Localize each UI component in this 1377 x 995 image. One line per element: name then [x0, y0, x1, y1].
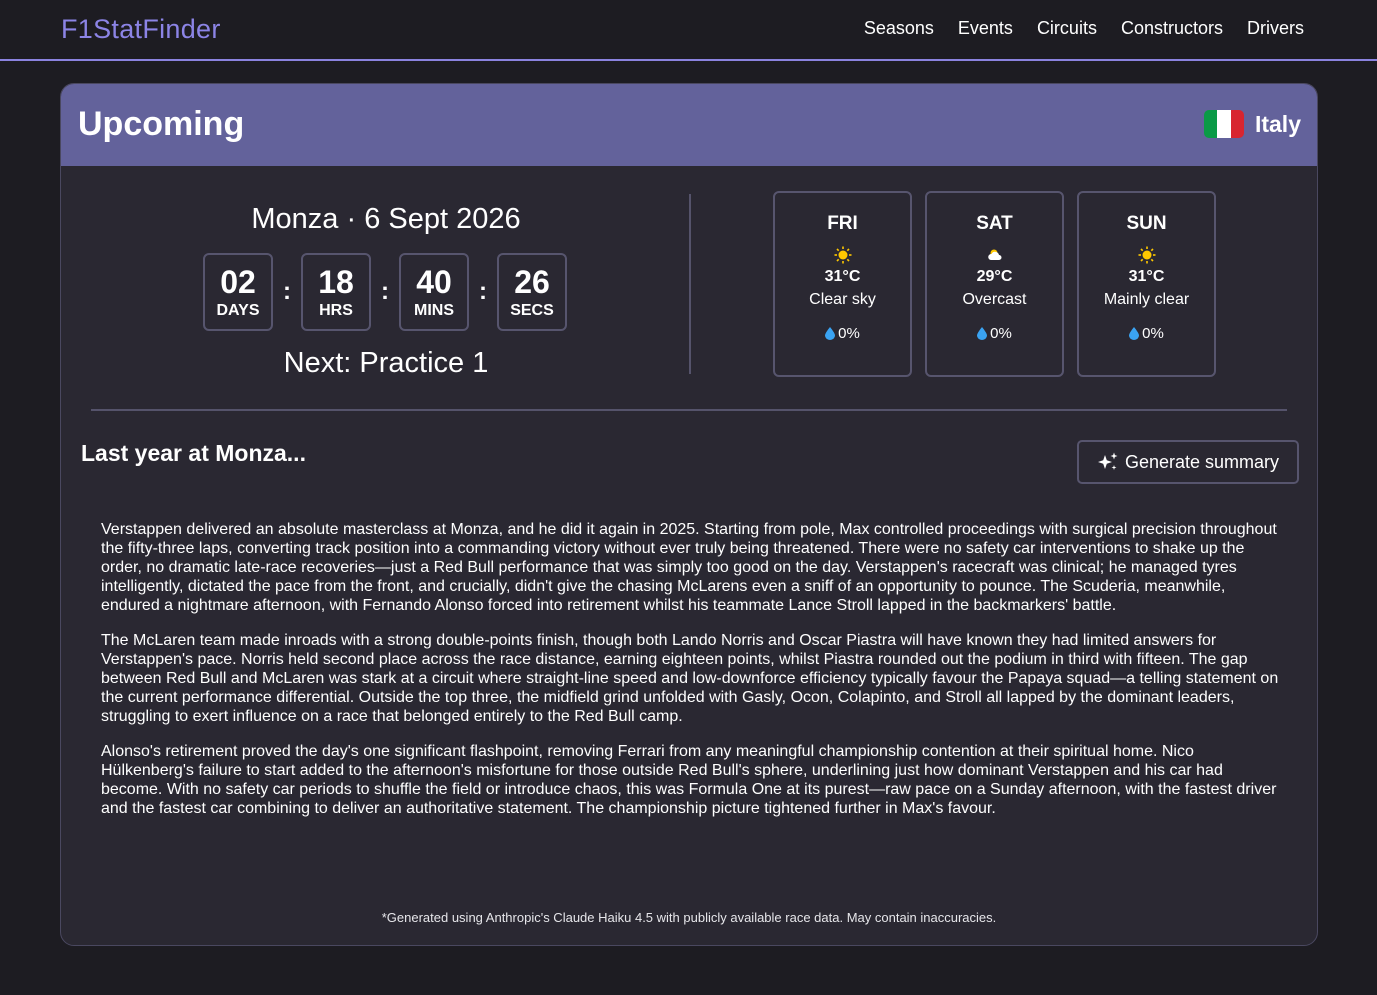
weather-card-fri: FRI 31°C Clear sky 0% [773, 191, 912, 377]
countdown-hours-value: 18 [318, 264, 354, 300]
summary-paragraph: Verstappen delivered an absolute masterc… [101, 521, 1277, 614]
countdown-seconds-unit: SECS [510, 302, 554, 319]
countdown-minutes: 40 MINS [399, 253, 469, 331]
last-year-title: Last year at Monza... [81, 440, 306, 466]
ai-disclaimer: *Generated using Anthropic's Claude Haik… [381, 910, 997, 925]
generate-summary-button[interactable]: Generate summary [1077, 440, 1299, 484]
nav-links: Seasons Events Circuits Constructors Dri… [864, 18, 1304, 39]
countdown-days-unit: DAYS [216, 302, 260, 319]
nav-link-drivers[interactable]: Drivers [1247, 18, 1304, 39]
countdown-days: 02 DAYS [203, 253, 273, 331]
countdown-minutes-value: 40 [416, 264, 452, 300]
countdown-hours: 18 HRS [301, 253, 371, 331]
raindrop-icon [825, 327, 836, 340]
weather-day: SUN [1126, 213, 1167, 234]
weather-condition: Overcast [962, 291, 1027, 308]
sun-icon [775, 246, 910, 266]
countdown-separator: : [381, 278, 389, 305]
weather-day: SAT [976, 213, 1013, 234]
card-header: Upcoming Italy [61, 84, 1317, 166]
nav-link-circuits[interactable]: Circuits [1037, 18, 1097, 39]
cloud-icon [927, 246, 1062, 266]
race-venue-date: Monza · 6 Sept 2026 [251, 203, 521, 235]
generate-summary-label: Generate summary [1124, 451, 1280, 472]
country-name: Italy [1254, 110, 1301, 137]
countdown-days-value: 02 [220, 264, 256, 300]
weather-temp: 31°C [824, 268, 861, 285]
countdown-seconds-value: 26 [514, 264, 550, 300]
rain-chance: 0% [1079, 325, 1214, 342]
sun-icon [1079, 246, 1214, 266]
nav-link-constructors[interactable]: Constructors [1121, 18, 1223, 39]
countdown-seconds: 26 SECS [497, 253, 567, 331]
countdown-separator: : [479, 278, 487, 305]
weather-condition: Mainly clear [1103, 291, 1190, 308]
next-session: Next: Practice 1 [283, 347, 489, 379]
flag-stripe-white [1217, 110, 1231, 138]
summary-paragraph: The McLaren team made inroads with a str… [101, 632, 1279, 725]
upcoming-card: Upcoming Italy Monza · 6 Sept 2026 02 DA… [60, 83, 1318, 946]
rain-chance-value: 0% [838, 325, 860, 342]
weather-card-sun: SUN 31°C Mainly clear 0% [1077, 191, 1216, 377]
country-label: Italy [1203, 110, 1301, 138]
nav-link-events[interactable]: Events [958, 18, 1013, 39]
flag-stripe-green [1203, 110, 1218, 138]
nav-link-seasons[interactable]: Seasons [864, 18, 934, 39]
raindrop-icon [977, 327, 988, 340]
race-summary: Verstappen delivered an absolute masterc… [101, 520, 1281, 834]
weather-day: FRI [827, 213, 858, 234]
raindrop-icon [1129, 327, 1140, 340]
weather-card-sat: SAT 29°C Overcast 0% [925, 191, 1064, 377]
rain-chance: 0% [927, 325, 1062, 342]
weather-temp: 29°C [976, 268, 1013, 285]
weather-condition: Clear sky [809, 291, 876, 308]
weather-temp: 31°C [1128, 268, 1165, 285]
rain-chance: 0% [775, 325, 910, 342]
navbar: F1StatFinder Seasons Events Circuits Con… [0, 0, 1377, 61]
italy-flag-icon [1203, 110, 1244, 138]
rain-chance-value: 0% [1142, 325, 1164, 342]
vertical-divider [689, 194, 691, 374]
card-title: Upcoming [78, 105, 245, 143]
flag-stripe-red [1230, 110, 1244, 138]
countdown-separator: : [283, 278, 291, 305]
weather-forecast: FRI 31°C Clear sky 0% SAT 29°C Overcast … [773, 191, 1216, 377]
sparkle-icon [1097, 452, 1118, 470]
countdown-minutes-unit: MINS [414, 302, 454, 319]
countdown: 02 DAYS : 18 HRS : 40 MINS : 26 SECS [203, 253, 567, 331]
brand-logo[interactable]: F1StatFinder [61, 14, 221, 45]
section-divider [91, 409, 1287, 411]
countdown-hours-unit: HRS [319, 302, 353, 319]
summary-paragraph: Alonso's retirement proved the day's one… [101, 743, 1277, 817]
rain-chance-value: 0% [990, 325, 1012, 342]
